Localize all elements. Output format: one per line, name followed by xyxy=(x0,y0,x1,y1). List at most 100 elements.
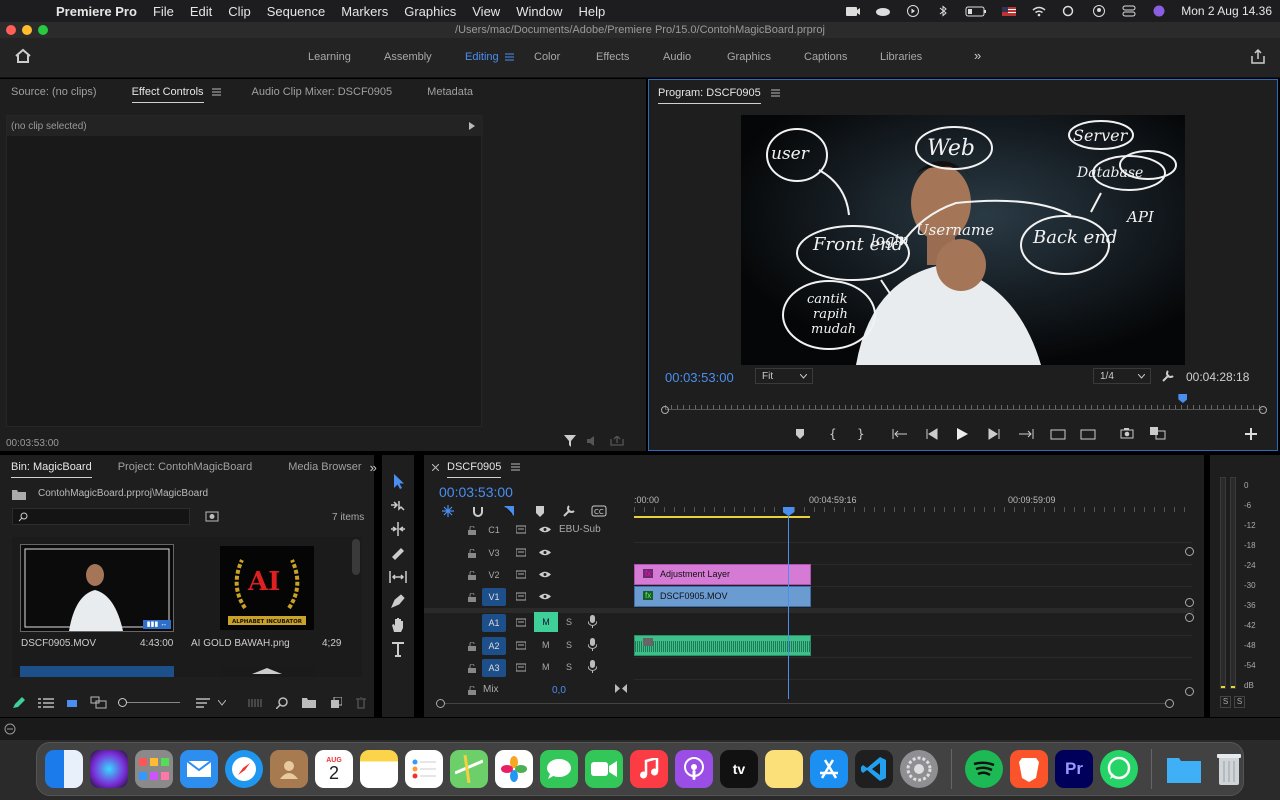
microphone-icon[interactable] xyxy=(588,660,597,673)
track-select-tool-icon[interactable] xyxy=(388,495,408,515)
clip-dscf0905-video[interactable]: fx DSCF0905.MOV xyxy=(634,586,811,607)
solo-right-button[interactable]: S xyxy=(1234,696,1245,708)
downloads-folder-icon[interactable] xyxy=(1165,750,1203,788)
extract-button[interactable] xyxy=(1079,425,1095,441)
new-item-icon[interactable] xyxy=(330,697,342,709)
lock-icon[interactable] xyxy=(468,548,476,558)
close-sequence-icon[interactable] xyxy=(432,463,439,471)
track-name[interactable]: A3 xyxy=(482,659,506,677)
timeline-current-timecode[interactable]: 00:03:53:00 xyxy=(439,484,513,500)
menu-graphics[interactable]: Graphics xyxy=(396,4,464,19)
chevron-down-icon[interactable] xyxy=(218,700,226,706)
bluetooth-icon[interactable] xyxy=(935,5,951,17)
menu-clock[interactable]: Mon 2 Aug 14.36 xyxy=(1181,4,1272,18)
lock-icon[interactable] xyxy=(468,685,476,695)
reminders-icon[interactable] xyxy=(405,750,443,788)
whatsapp-icon[interactable] xyxy=(1100,750,1138,788)
play-button[interactable] xyxy=(955,425,971,441)
timeline-playhead[interactable] xyxy=(783,507,794,699)
home-icon[interactable] xyxy=(14,48,32,64)
mute-button-active[interactable]: M xyxy=(534,612,558,632)
thumbnail-dscf0905[interactable]: ▮▮▮ ↔ xyxy=(20,544,174,632)
timeline-settings-button[interactable] xyxy=(562,504,576,518)
close-window-button[interactable] xyxy=(6,25,16,35)
bin-item-name[interactable]: DSCF0905.MOV xyxy=(21,638,96,649)
thumbnail-ai-gold[interactable]: AI ALPHABET INCUBATOR xyxy=(220,546,314,630)
facetime-icon[interactable] xyxy=(585,750,623,788)
solo-button[interactable]: S xyxy=(566,662,572,672)
bin-search-input[interactable] xyxy=(12,508,190,525)
workspace-color[interactable]: Color xyxy=(534,51,560,63)
music-icon[interactable] xyxy=(630,750,668,788)
program-current-timecode[interactable]: 00:03:53:00 xyxy=(665,370,734,385)
mail-icon[interactable] xyxy=(180,750,218,788)
solo-left-button[interactable]: S xyxy=(1220,696,1231,708)
camera-status-icon[interactable] xyxy=(845,5,861,17)
launchpad-icon[interactable] xyxy=(135,750,173,788)
audio-only-icon[interactable] xyxy=(587,436,599,446)
tab-bin-magicboard[interactable]: Bin: MagicBoard xyxy=(11,461,92,478)
lock-icon[interactable] xyxy=(468,570,476,580)
sync-lock-icon[interactable] xyxy=(516,548,526,557)
track-name[interactable]: A2 xyxy=(482,637,506,655)
sync-lock-icon[interactable] xyxy=(516,663,526,672)
workspace-menu-icon[interactable] xyxy=(505,53,514,61)
eye-icon[interactable] xyxy=(539,548,551,557)
pen-tool-icon[interactable] xyxy=(388,591,408,611)
bin-item-name[interactable]: AI GOLD BAWAH.png xyxy=(191,638,290,649)
nest-sequences-button[interactable] xyxy=(442,504,456,518)
solo-button[interactable]: S xyxy=(566,617,572,627)
timeline-menu-icon[interactable] xyxy=(511,463,521,471)
mix-volume-value[interactable]: 0,0 xyxy=(552,685,566,696)
vscode-icon[interactable] xyxy=(855,750,893,788)
zoom-slider[interactable] xyxy=(118,698,180,707)
track-name[interactable]: V3 xyxy=(484,545,504,561)
contacts-icon[interactable] xyxy=(270,750,308,788)
track-name[interactable]: A1 xyxy=(482,614,506,632)
zoom-window-button[interactable] xyxy=(38,25,48,35)
clip-adjustment-layer[interactable]: fx Adjustment Layer xyxy=(634,564,811,585)
resolution-dropdown[interactable]: 1/4 xyxy=(1093,368,1151,384)
eye-icon[interactable] xyxy=(539,592,551,601)
tab-project[interactable]: Project: ContohMagicBoard xyxy=(118,461,253,473)
user-icon[interactable] xyxy=(1091,5,1107,17)
bin-scrollbar[interactable] xyxy=(352,539,360,575)
microphone-icon[interactable] xyxy=(588,638,597,651)
workspace-overflow-button[interactable]: » xyxy=(974,48,981,63)
lock-icon[interactable] xyxy=(468,641,476,651)
creative-cloud-icon[interactable] xyxy=(875,5,891,17)
tab-media-browser[interactable]: Media Browser xyxy=(288,461,361,473)
mute-button[interactable]: M xyxy=(542,640,550,650)
workspace-graphics[interactable]: Graphics xyxy=(727,51,771,63)
trash-icon[interactable] xyxy=(356,697,366,709)
calendar-icon[interactable]: AUG 2 xyxy=(315,750,353,788)
sync-lock-icon[interactable] xyxy=(516,525,526,534)
track-name[interactable]: V1 xyxy=(482,588,506,606)
apple-tv-icon[interactable]: tv xyxy=(720,750,758,788)
pencil-icon[interactable] xyxy=(12,697,26,709)
add-button-icon[interactable] xyxy=(1245,428,1257,440)
menu-edit[interactable]: Edit xyxy=(182,4,220,19)
menu-help[interactable]: Help xyxy=(570,4,613,19)
status-icon[interactable] xyxy=(4,723,16,735)
step-back-button[interactable] xyxy=(925,425,941,441)
system-preferences-icon[interactable] xyxy=(900,750,938,788)
menu-window[interactable]: Window xyxy=(508,4,570,19)
ripple-edit-tool-icon[interactable] xyxy=(388,519,408,539)
expand-timeline-icon[interactable] xyxy=(469,122,475,130)
sync-lock-icon[interactable] xyxy=(516,641,526,650)
snap-button[interactable] xyxy=(472,504,486,518)
maps-icon[interactable] xyxy=(450,750,488,788)
workspace-effects[interactable]: Effects xyxy=(596,51,629,63)
track-name[interactable]: C1 xyxy=(484,522,504,538)
lock-icon[interactable] xyxy=(468,592,476,602)
safari-icon[interactable] xyxy=(225,750,263,788)
icon-view-icon[interactable] xyxy=(66,697,78,709)
workspace-audio[interactable]: Audio xyxy=(663,51,691,63)
menu-app-name[interactable]: Premiere Pro xyxy=(48,4,145,19)
linked-selection-button[interactable] xyxy=(502,504,516,518)
add-marker-button[interactable] xyxy=(795,425,809,441)
selection-tool-icon[interactable] xyxy=(388,471,408,491)
spotlight-search-icon[interactable] xyxy=(1061,5,1077,17)
comparison-view-icon[interactable] xyxy=(1149,426,1167,440)
